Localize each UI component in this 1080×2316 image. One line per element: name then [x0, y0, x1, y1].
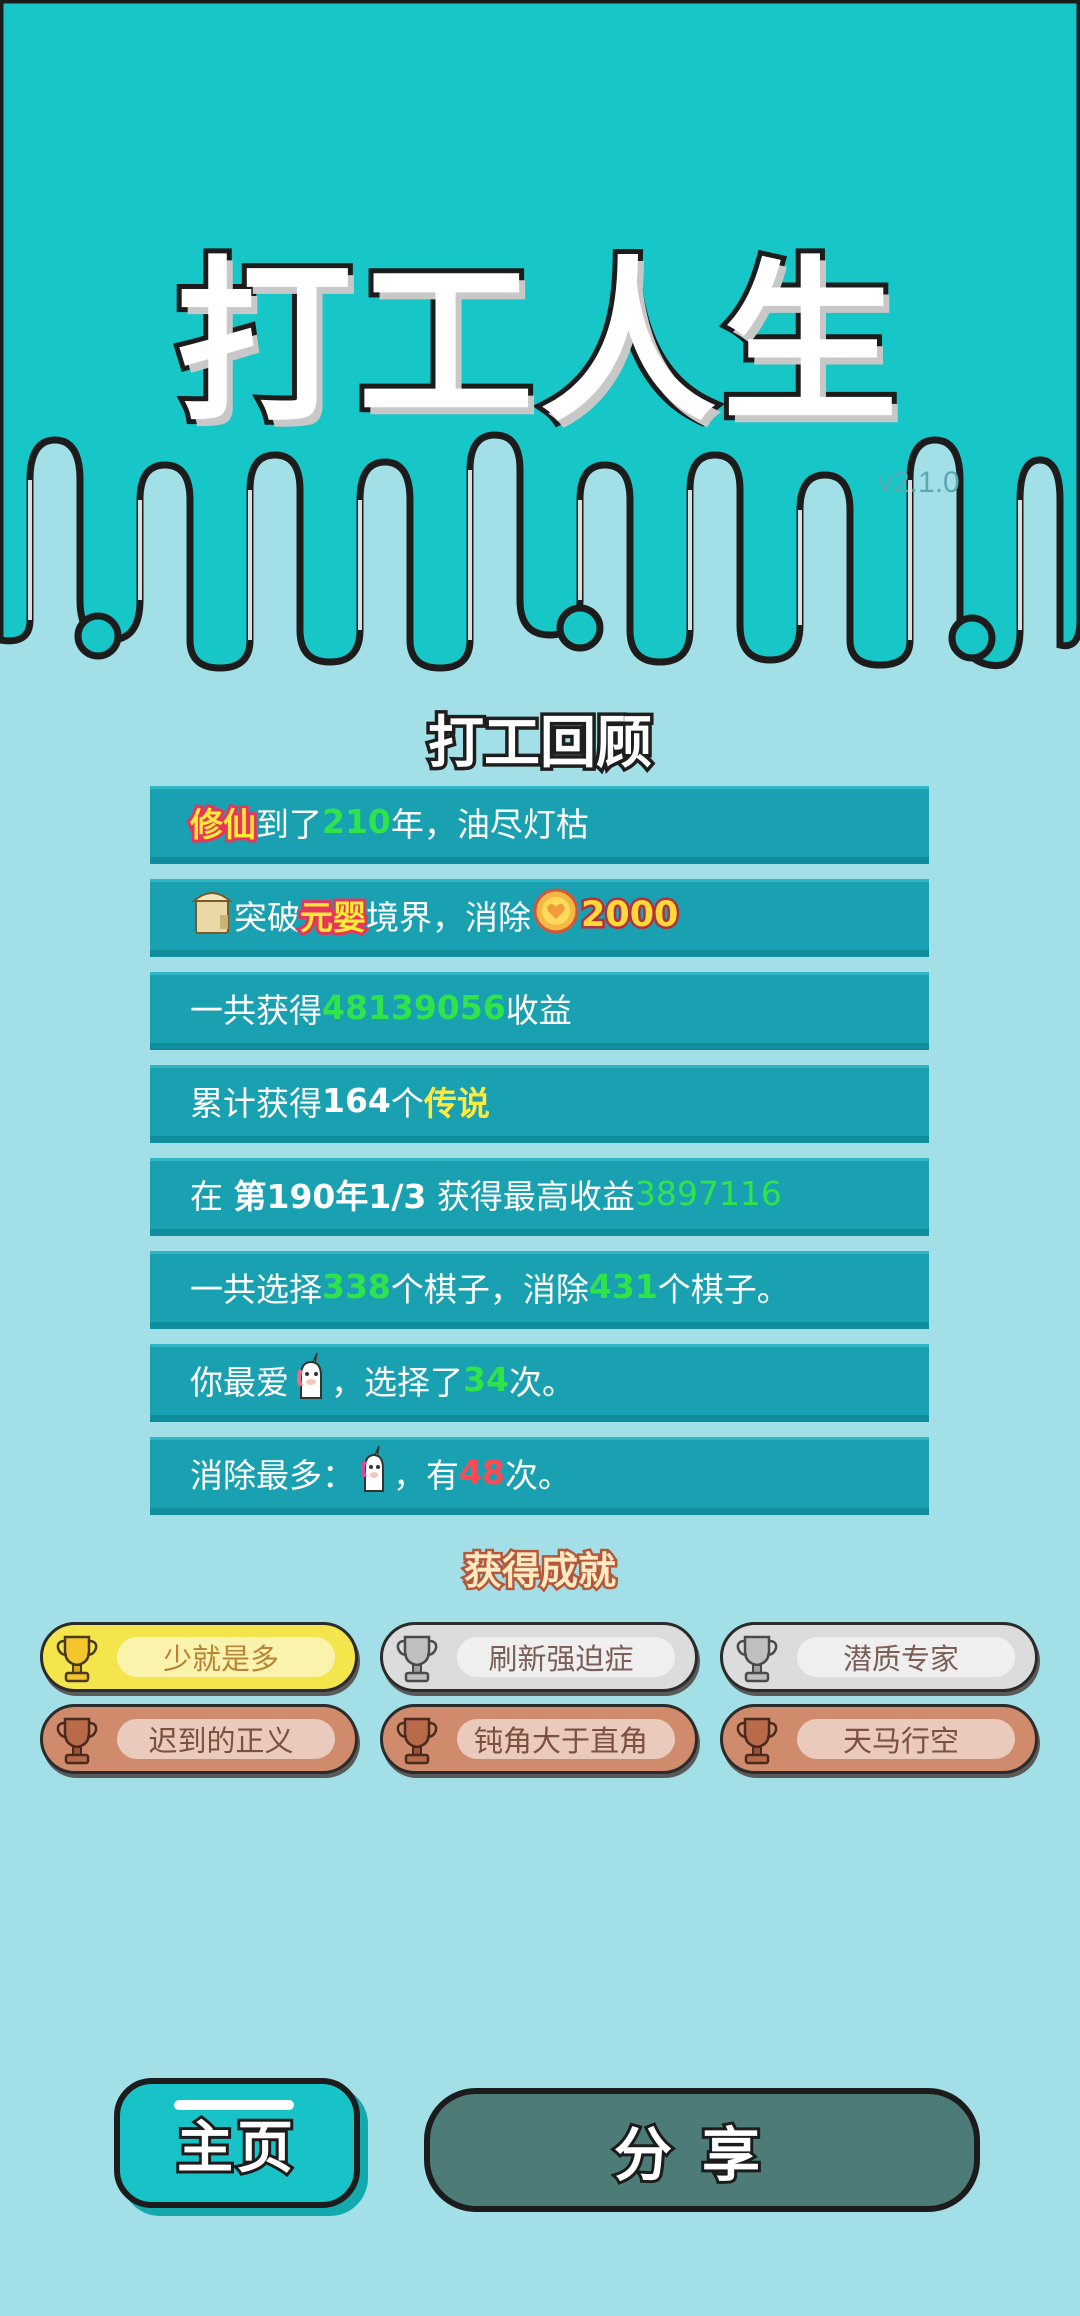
button-shine	[174, 2100, 294, 2110]
text-cultivation: 修仙	[187, 802, 259, 847]
text: 消除最多：	[190, 1455, 355, 1495]
value-eliminated-count: 48	[459, 1453, 505, 1492]
value-coins: 2000	[578, 892, 680, 937]
text-realm: 元婴	[297, 895, 369, 940]
value-max-income: 3897116	[634, 1174, 782, 1213]
home-button-label: 主页	[174, 2113, 297, 2184]
review-row-pieces: 一共选择 338 个棋子，消除 431 个棋子。	[150, 1251, 929, 1329]
review-row-legend: 累计获得 164 个 传说	[150, 1065, 929, 1143]
text: 次。	[504, 1455, 571, 1495]
text: 一共获得	[190, 990, 322, 1030]
trophy-icon	[735, 1715, 779, 1774]
trophy-icon	[55, 1633, 99, 1692]
value-income: 48139056	[322, 988, 506, 1027]
text: 一共选择	[190, 1269, 322, 1309]
value-favorite-count: 34	[463, 1360, 509, 1399]
version-label: v2.1.0	[878, 466, 960, 499]
text: 你最爱	[190, 1362, 289, 1402]
review-row-max-income: 在 第190年1/3 获得最高收益 3897116	[150, 1158, 929, 1236]
text: 收益	[505, 990, 572, 1030]
achievement-label: 刷新强迫症	[488, 1642, 634, 1676]
text: ，有	[393, 1455, 459, 1495]
unicorn-icon	[291, 1352, 329, 1408]
text: 年，油尽灯枯	[390, 804, 589, 844]
achievement-label: 迟到的正义	[148, 1724, 294, 1758]
achievement-badge[interactable]: 钝角大于直角	[380, 1704, 698, 1774]
heart-coin-icon	[533, 888, 579, 942]
text-legend: 传说	[423, 1083, 490, 1123]
share-button-label: 分享	[611, 2118, 790, 2192]
achievement-label: 潜质专家	[842, 1642, 959, 1676]
text: ，选择了	[331, 1362, 463, 1402]
value-eliminated: 431	[588, 1267, 658, 1306]
text: 次。	[508, 1362, 575, 1402]
achievement-badge[interactable]: 刷新强迫症	[380, 1622, 698, 1692]
text: 到了	[256, 804, 322, 844]
achievement-label: 天马行空	[842, 1724, 959, 1758]
review-list: 修仙 到了 210 年，油尽灯枯 突破 元婴 境界，消除 2000 一共获得 4…	[150, 786, 929, 1530]
text: 累计获得	[190, 1083, 322, 1123]
value-legend-count: 164	[322, 1081, 391, 1120]
text: 突破	[234, 897, 300, 937]
achievement-badge[interactable]: 迟到的正义	[40, 1704, 358, 1774]
value-years: 210	[322, 802, 391, 841]
value-period: 第190年1/3	[233, 1176, 427, 1216]
achievement-label: 少就是多	[162, 1642, 279, 1676]
achievement-badge[interactable]: 潜质专家	[720, 1622, 1038, 1692]
achievements-title: 获得成就	[461, 1547, 618, 1596]
scroll-icon	[191, 885, 233, 945]
text: 获得最高收益	[426, 1176, 635, 1216]
header: 打工人生 v2.1.0	[0, 0, 1080, 690]
achievements-grid: 少就是多 刷新强迫症 潜质专家 迟到的正义 钝角大于直角 天马行空	[40, 1622, 1040, 1774]
trophy-icon	[395, 1715, 439, 1774]
review-row-income: 一共获得 48139056 收益	[150, 972, 929, 1050]
home-button[interactable]: 主页	[114, 2078, 360, 2208]
trophy-icon	[735, 1633, 779, 1692]
text: 个	[390, 1083, 424, 1123]
review-row-favorite: 你最爱 ，选择了 34 次。	[150, 1344, 929, 1422]
text: 个棋子，消除	[390, 1269, 589, 1309]
trophy-icon	[55, 1715, 99, 1774]
achievement-badge[interactable]: 天马行空	[720, 1704, 1038, 1774]
review-row-most-eliminated: 消除最多： ，有 48 次。	[150, 1437, 929, 1515]
game-title: 打工人生	[171, 236, 904, 451]
text: 在	[190, 1176, 234, 1216]
text: 境界，消除	[366, 897, 531, 937]
value-selected: 338	[322, 1267, 391, 1306]
text: 个棋子。	[657, 1269, 790, 1309]
review-row-realm: 突破 元婴 境界，消除 2000	[150, 879, 929, 957]
achievement-badge[interactable]: 少就是多	[40, 1622, 358, 1692]
review-row-cultivation: 修仙 到了 210 年，油尽灯枯	[150, 786, 929, 864]
review-title: 打工回顾	[425, 708, 656, 780]
achievement-label: 钝角大于直角	[473, 1724, 648, 1758]
unicorn-icon	[357, 1445, 391, 1501]
share-button[interactable]: 分享	[424, 2088, 980, 2212]
trophy-icon	[395, 1633, 439, 1692]
